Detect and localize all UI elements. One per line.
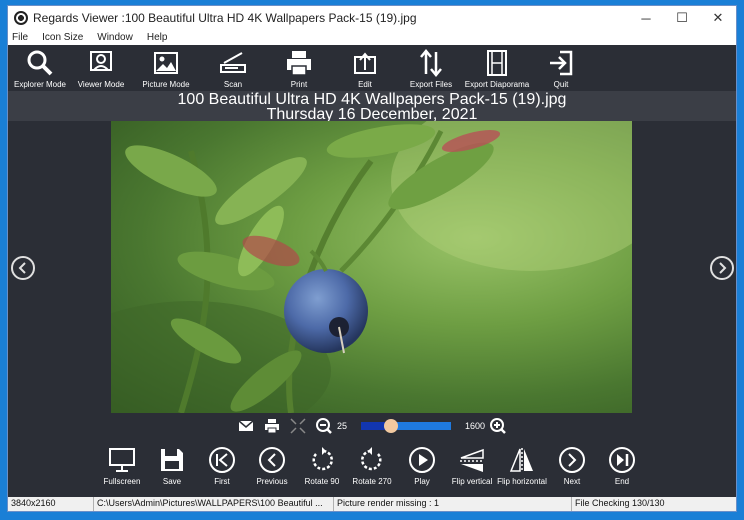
flip-vertical-icon [460,448,484,472]
status-checking: File Checking 130/130 [575,498,665,508]
print-button[interactable]: Print [266,45,332,89]
viewer-icon [90,51,112,71]
navigation-toolbar: Fullscreen Save First Previous Rotate 90… [8,443,736,489]
status-bar: 3840x2160 C:\Users\Admin\Pictures\WALLPA… [8,497,736,511]
previous-icon [259,447,285,473]
end-button[interactable]: End [597,443,647,486]
maximize-button[interactable]: ☐ [664,6,700,30]
menu-window[interactable]: Window [97,32,133,43]
viewer-mode-label: Viewer Mode [77,80,125,89]
end-icon [609,447,635,473]
next-arrow-button[interactable] [710,256,734,280]
play-icon [409,447,435,473]
status-render: Picture render missing : 1 [334,497,572,511]
first-button[interactable]: First [197,443,247,486]
picture-filename: 100 Beautiful Ultra HD 4K Wallpapers Pac… [177,91,567,108]
rotate-270-label: Rotate 270 [352,477,392,486]
previous-label: Previous [256,477,288,486]
monitor-icon [109,448,135,472]
picture-date: Thursday 16 December, 2021 [266,106,478,123]
picture-viewer[interactable] [8,121,736,413]
viewer-mode-button[interactable]: Viewer Mode [70,45,132,89]
zoom-slider[interactable] [360,419,451,433]
first-label: First [214,477,230,486]
zoom-min-label: 25 [336,421,347,431]
search-icon [27,50,53,76]
rotate-270-button[interactable]: Rotate 270 [347,443,397,486]
play-button[interactable]: Play [397,443,447,486]
minimize-button[interactable]: ─ [628,6,664,30]
explorer-mode-label: Explorer Mode [13,80,67,89]
next-icon [559,447,585,473]
edit-icon [354,52,376,74]
export-files-label: Export Files [409,80,453,89]
app-logo-icon [14,11,28,25]
status-path: C:\Users\Admin\Pictures\WALLPAPERS\100 B… [94,497,334,511]
picture-mode-button[interactable]: Picture Mode [132,45,200,89]
zoom-slider-thumb[interactable] [383,419,398,433]
export-files-button[interactable]: Export Files [398,45,464,89]
main-toolbar: Explorer Mode Viewer Mode Picture Mode S… [8,45,736,91]
export-diaporama-button[interactable]: Export Diaporama [464,45,530,89]
explorer-mode-button[interactable]: Explorer Mode [10,45,70,89]
blueberry-photo-graphic [111,121,632,413]
print-small-icon[interactable] [263,417,281,435]
menu-bar: File Icon Size Window Help [8,30,736,45]
zoom-bar: 25 1600 [8,413,736,439]
picture-icon [154,52,178,74]
flip-horizontal-icon [509,448,533,472]
quit-button[interactable]: Quit [530,45,592,89]
scan-label: Scan [223,80,243,89]
save-button[interactable]: Save [147,443,197,486]
flip-vertical-label: Flip vertical [451,477,493,486]
rotate-90-label: Rotate 90 [304,477,340,486]
flip-horizontal-label: Flip horizontal [497,477,547,486]
next-label: Next [563,477,581,486]
save-label: Save [162,477,182,486]
end-label: End [614,477,630,486]
print-label: Print [290,80,308,89]
picture-caption: 100 Beautiful Ultra HD 4K Wallpapers Pac… [8,91,736,123]
fullscreen-label: Fullscreen [103,477,141,486]
scan-button[interactable]: Scan [200,45,266,89]
email-icon[interactable] [237,417,255,435]
menu-icon-size[interactable]: Icon Size [42,32,83,43]
previous-button[interactable]: Previous [247,443,297,486]
exit-icon [550,50,573,76]
edit-button[interactable]: Edit [332,45,398,89]
next-button[interactable]: Next [547,443,597,486]
edit-label: Edit [358,80,372,89]
play-label: Play [414,477,430,486]
quit-label: Quit [553,80,569,89]
status-resolution: 3840x2160 [8,497,94,511]
title-bar: Regards Viewer :100 Beautiful Ultra HD 4… [8,6,736,30]
scanner-icon [220,52,246,73]
shrink-icon[interactable] [289,417,307,435]
export-arrows-icon [420,49,442,77]
displayed-photo[interactable] [111,121,632,413]
menu-file[interactable]: File [12,32,28,43]
previous-arrow-button[interactable] [11,256,35,280]
save-icon [161,449,183,471]
film-icon [487,50,507,76]
app-window: Regards Viewer :100 Beautiful Ultra HD 4… [7,5,737,512]
export-diaporama-label: Export Diaporama [464,80,530,89]
picture-mode-label: Picture Mode [142,80,190,89]
rotate-left-icon [312,447,333,471]
zoom-in-icon[interactable] [489,417,507,435]
rotate-90-button[interactable]: Rotate 90 [297,443,347,486]
first-icon [209,447,235,473]
flip-horizontal-button[interactable]: Flip horizontal [497,443,547,486]
zoom-max-label: 1600 [464,421,486,431]
rotate-right-icon [361,447,382,471]
zoom-out-icon[interactable] [315,417,333,435]
flip-vertical-button[interactable]: Flip vertical [447,443,497,486]
chevron-right-icon [719,262,727,274]
menu-help[interactable]: Help [147,32,168,43]
chevron-left-icon [18,262,26,274]
window-title: Regards Viewer :100 Beautiful Ultra HD 4… [33,11,417,25]
close-button[interactable]: ✕ [700,6,736,30]
printer-icon [287,51,311,76]
fullscreen-button[interactable]: Fullscreen [97,443,147,486]
